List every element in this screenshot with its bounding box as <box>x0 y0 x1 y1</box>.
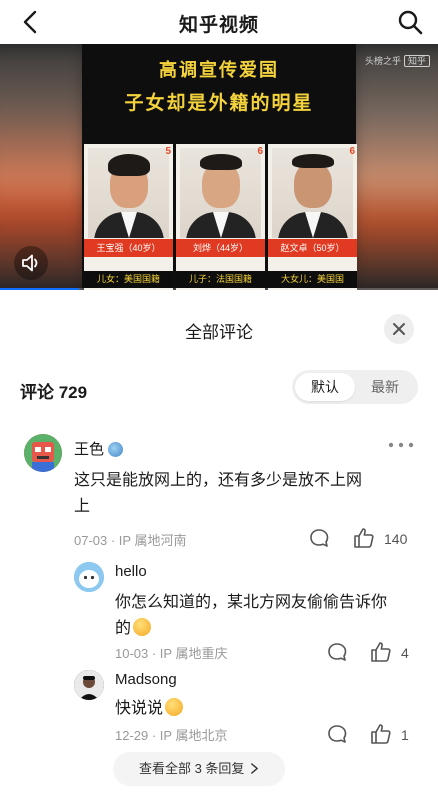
top-bar: 知乎视频 <box>0 0 438 44</box>
comments-sheet-title: 全部评论 <box>185 323 253 342</box>
search-icon[interactable] <box>396 8 424 36</box>
avatar-ghost-icon <box>74 562 104 592</box>
video-headline-line2: 子女却是外籍的明星 <box>124 92 314 114</box>
reply-comment-icon[interactable] <box>326 641 348 663</box>
reply-username[interactable]: Madsong <box>115 671 177 688</box>
video-player[interactable]: 高调宣传爱国 子女却是外籍的明星 5 王宝强（40岁） 儿女：美国国籍 6 刘烨… <box>0 44 438 290</box>
like-icon[interactable] <box>369 640 393 664</box>
reply-text-line1: 你怎么知道的，某北方网友偷偷告诉你 <box>115 594 388 611</box>
reply-text-line2: 的 <box>115 616 415 642</box>
sort-latest-tab[interactable]: 最新 <box>355 373 415 401</box>
chevron-right-icon <box>251 763 258 774</box>
reply-comment-icon[interactable] <box>308 527 330 549</box>
card-number: 5 <box>165 146 171 157</box>
comment-count: 评论 729 <box>20 383 88 402</box>
like-count: 1 <box>401 727 409 743</box>
card-caption: 儿子：法国国籍 <box>176 271 265 288</box>
comment-text: 这只是能放网上的，还有多少是放不上网 上 <box>74 468 414 520</box>
watermark-text: 头榜之乎 <box>364 56 401 66</box>
view-all-replies-button[interactable]: 查看全部 3 条回复 <box>113 752 285 786</box>
card-number: 6 <box>349 146 355 157</box>
reply-meta: 10-03 · IP 属地重庆 <box>115 646 228 661</box>
like-count: 140 <box>384 531 408 547</box>
reply-text: 快说说 <box>115 696 415 722</box>
more-options-icon[interactable] <box>386 438 416 452</box>
avatar-photo-icon <box>74 670 104 700</box>
reply-username[interactable]: hello <box>115 563 147 580</box>
avatar[interactable] <box>74 562 104 592</box>
celebrity-card: 6 赵文卓（50岁） 大女儿：美国国 <box>268 144 357 290</box>
video-progress-bar[interactable] <box>0 288 438 290</box>
comment-text-line1: 这只是能放网上的，还有多少是放不上网 <box>74 472 363 489</box>
avatar[interactable] <box>24 434 62 472</box>
video-watermark: 头榜之乎 知乎 <box>365 54 430 67</box>
like-icon[interactable] <box>352 526 376 550</box>
mute-button[interactable] <box>14 246 48 280</box>
comment-username[interactable]: 王色 <box>74 438 124 459</box>
laughing-emoji-icon <box>165 698 184 716</box>
close-button[interactable] <box>384 314 414 344</box>
sort-default-tab[interactable]: 默认 <box>295 373 355 401</box>
card-caption: 儿女：美国国籍 <box>84 271 173 288</box>
celebrity-card: 6 刘烨（44岁） 儿子：法国国籍 <box>176 144 265 290</box>
smug-emoji-icon <box>133 618 152 636</box>
avatar-cartoon-icon <box>24 434 62 472</box>
sort-toggle: 默认 最新 <box>292 370 418 404</box>
card-name: 王宝强（40岁） <box>84 239 173 257</box>
card-name: 刘烨（44岁） <box>176 239 265 257</box>
celebrity-photo <box>88 148 169 238</box>
card-caption: 大女儿：美国国 <box>268 271 357 288</box>
video-frame: 高调宣传爱国 子女却是外籍的明星 5 王宝强（40岁） 儿女：美国国籍 6 刘烨… <box>82 44 357 290</box>
celebrity-cards: 5 王宝强（40岁） 儿女：美国国籍 6 刘烨（44岁） 儿子：法国国籍 6 赵… <box>82 144 357 290</box>
speaker-icon <box>22 254 38 272</box>
card-number: 6 <box>257 146 263 157</box>
view-all-replies-label: 查看全部 3 条回复 <box>138 761 245 776</box>
reply-text: 你怎么知道的，某北方网友偷偷告诉你 的 <box>115 590 415 642</box>
watermark-badge: 知乎 <box>403 55 430 67</box>
comment-meta: 07-03 · IP 属地河南 <box>74 533 187 548</box>
like-count: 4 <box>401 645 409 661</box>
page-title: 知乎视频 <box>178 15 259 36</box>
globe-emoji-icon <box>108 442 124 457</box>
like-icon[interactable] <box>369 722 393 746</box>
card-name: 赵文卓（50岁） <box>268 239 357 257</box>
close-icon <box>393 323 405 335</box>
video-headline-line1: 高调宣传爱国 <box>159 60 279 81</box>
reply-comment-icon[interactable] <box>326 723 348 745</box>
celebrity-photo <box>180 148 261 238</box>
video-progress-fill <box>0 288 79 290</box>
comment-text-line2: 上 <box>74 498 91 515</box>
celebrity-photo <box>272 148 353 238</box>
video-blur-right <box>348 44 438 290</box>
reply-meta: 12-29 · IP 属地北京 <box>115 728 228 743</box>
avatar[interactable] <box>74 670 104 700</box>
celebrity-card: 5 王宝强（40岁） 儿女：美国国籍 <box>84 144 173 290</box>
